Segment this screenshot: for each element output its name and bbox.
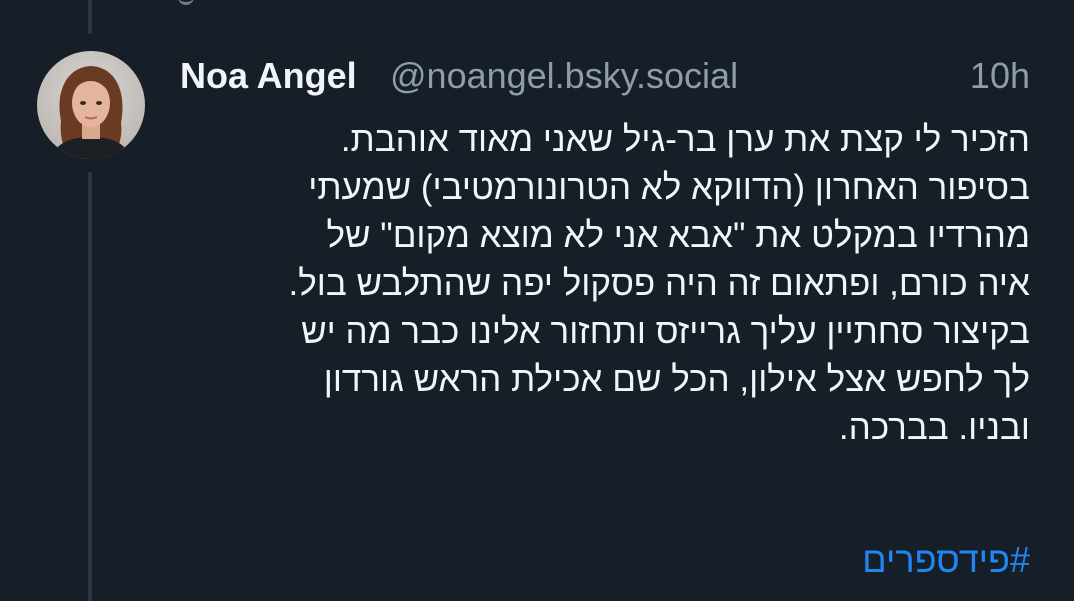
post-text-line: לך לחפש אצל אילון, הכל שם אכילת הראש גור… bbox=[323, 360, 1030, 399]
post-timestamp[interactable]: 10h bbox=[970, 56, 1030, 96]
post-text-line: איה כורם, ופתאום זה היה פסקול יפה שהתלבש… bbox=[288, 264, 1030, 303]
thread-line-bottom bbox=[88, 172, 92, 601]
post-view: Noa Angel @noangel.bsky.social 10h הזכיר… bbox=[0, 0, 1074, 601]
post-text-line: מהרדיו במקלט את "אבא אני לא מוצא מקום" ש… bbox=[326, 216, 1030, 255]
post-text-line: בסיפור האחרון (הדווקא לא הטרונורמטיבי) ש… bbox=[308, 168, 1030, 207]
post-header: Noa Angel @noangel.bsky.social 10h bbox=[180, 56, 1030, 96]
avatar[interactable] bbox=[37, 51, 145, 159]
post-text-line: הזכיר לי קצת את ערן בר-גיל שאני מאוד אוה… bbox=[340, 120, 1030, 159]
thread-line-top bbox=[88, 0, 92, 34]
author-display-name[interactable]: Noa Angel bbox=[180, 56, 357, 96]
post-text-line: ובניו. בברכה. bbox=[838, 408, 1030, 447]
reply-icon bbox=[178, 0, 194, 5]
author-handle[interactable]: @noangel.bsky.social bbox=[390, 56, 738, 96]
post-text: הזכיר לי קצת את ערן בר-גיל שאני מאוד אוה… bbox=[178, 116, 1030, 452]
post-text-line: בקיצור סחתיין עליך גרייזס ותחזור אלינו כ… bbox=[301, 312, 1030, 351]
hashtag-link[interactable]: #פידספרים bbox=[178, 538, 1030, 582]
